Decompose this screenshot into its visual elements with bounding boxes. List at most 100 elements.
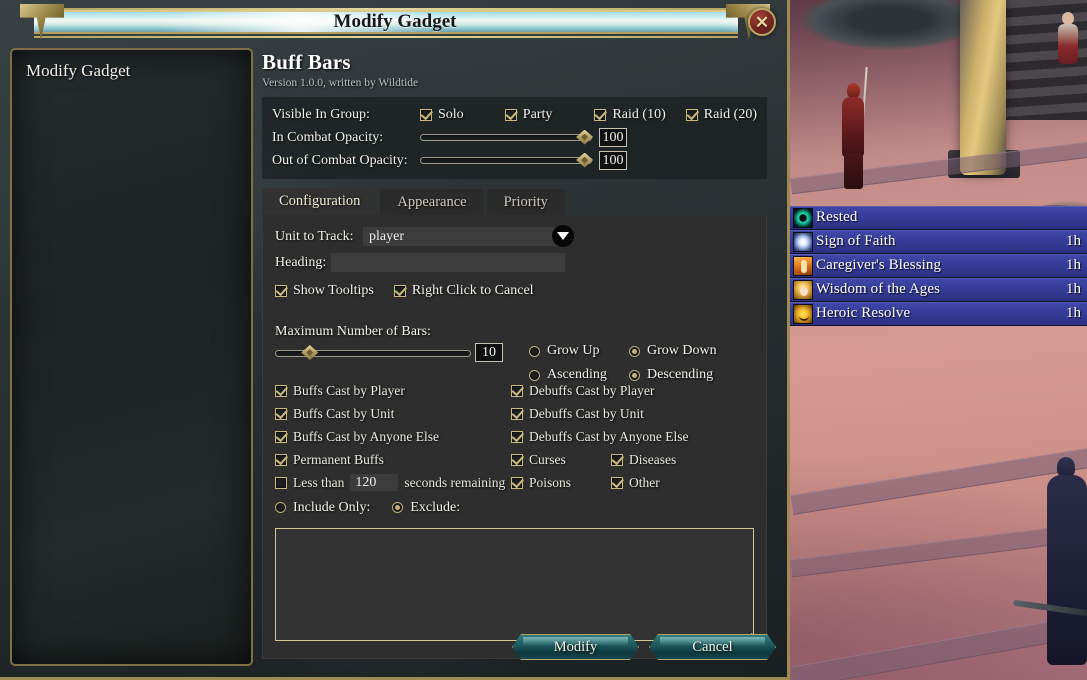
out-combat-opacity-slider[interactable] xyxy=(420,152,594,168)
tooltip-options-row: Show Tooltips Right Click to Cancel xyxy=(275,279,754,302)
checkbox-solo-box[interactable] xyxy=(420,108,432,121)
checkbox-party[interactable]: Party xyxy=(504,107,575,123)
checkbox-diseases-box[interactable] xyxy=(611,453,623,466)
radio-include-only-dot[interactable] xyxy=(275,502,286,513)
include-exclude-row: Include Only: Exclude: xyxy=(275,496,754,519)
max-bars-value[interactable]: 10 xyxy=(475,343,503,362)
gadget-settings-content: Buff Bars Version 1.0.0, written by Wild… xyxy=(262,50,778,659)
checkbox-debuffs-cast-by-player-box[interactable] xyxy=(511,384,523,397)
radio-grow-up-dot[interactable] xyxy=(529,345,540,357)
buff-bar-row[interactable]: Caregiver's Blessing 1h xyxy=(790,254,1087,278)
checkbox-curses[interactable]: Curses xyxy=(511,448,611,471)
checkbox-raid-20[interactable]: Raid (20) xyxy=(685,107,757,123)
slider-handle[interactable] xyxy=(301,345,319,360)
checkbox-right-click-cancel[interactable]: Right Click to Cancel xyxy=(393,283,534,299)
out-combat-opacity-label: Out of Combat Opacity: xyxy=(272,152,408,168)
slider-handle[interactable] xyxy=(576,129,594,145)
addon-version-line: Version 1.0.0, written by Wildtide xyxy=(262,77,419,89)
checkbox-permanent-buffs-box[interactable] xyxy=(275,453,287,466)
less-than-seconds-input[interactable] xyxy=(350,474,399,491)
buff-bar-row[interactable]: Heroic Resolve 1h xyxy=(790,302,1087,326)
gadget-list-panel[interactable]: Modify Gadget xyxy=(10,48,253,666)
less-than-row[interactable]: Less than seconds remaining xyxy=(275,471,511,494)
modify-gadget-window: Modify Gadget ✕ Modify Gadget Buff Bars … xyxy=(0,0,790,680)
checkbox-buffs-cast-by-player-box[interactable] xyxy=(275,384,287,397)
window-footer-buttons: Modify Cancel xyxy=(512,634,786,660)
radio-descending-dot[interactable] xyxy=(629,369,640,381)
buff-bar-row[interactable]: Sign of Faith 1h xyxy=(790,230,1087,254)
in-combat-opacity-value[interactable]: 100 xyxy=(599,128,627,147)
checkbox-permanent-buffs[interactable]: Permanent Buffs xyxy=(275,448,511,471)
checkbox-curses-box[interactable] xyxy=(511,453,523,466)
checkbox-right-click-cancel-box[interactable] xyxy=(393,284,406,297)
modify-button-label: Modify xyxy=(553,638,598,655)
unit-to-track-row: Unit to Track: player xyxy=(275,225,754,248)
checkbox-less-than-box[interactable] xyxy=(275,476,287,489)
checkbox-debuffs-cast-by-player[interactable]: Debuffs Cast by Player xyxy=(511,379,688,402)
checkbox-buffs-cast-by-player[interactable]: Buffs Cast by Player xyxy=(275,379,511,402)
checkbox-poisons-box[interactable] xyxy=(511,476,523,489)
checkbox-debuffs-cast-by-unit-label: Debuffs Cast by Unit xyxy=(529,405,644,421)
checkbox-buffs-cast-by-unit[interactable]: Buffs Cast by Unit xyxy=(275,402,511,425)
checkbox-other-box[interactable] xyxy=(611,476,623,489)
checkbox-diseases[interactable]: Diseases xyxy=(611,448,676,471)
cancel-button-label: Cancel xyxy=(692,638,733,655)
buff-bar-row[interactable]: Wisdom of the Ages 1h xyxy=(790,278,1087,302)
tab-priority[interactable]: Priority xyxy=(486,189,565,215)
checkbox-raid-20-box[interactable] xyxy=(685,108,698,121)
checkbox-party-box[interactable] xyxy=(504,108,517,121)
screen-root: Rested Sign of Faith 1h Caregiver's Bles… xyxy=(0,0,1087,680)
visibility-opacity-group: Visible In Group: Solo Party Raid (10) R… xyxy=(262,97,767,179)
checkbox-debuffs-cast-by-anyone-else[interactable]: Debuffs Cast by Anyone Else xyxy=(511,425,688,448)
radio-grow-down[interactable]: Grow Down xyxy=(629,343,717,359)
settings-tabs: Configuration Appearance Priority xyxy=(262,188,778,215)
tab-appearance[interactable]: Appearance xyxy=(380,189,484,215)
checkbox-buffs-cast-by-player-label: Buffs Cast by Player xyxy=(293,382,405,398)
out-combat-opacity-value[interactable]: 100 xyxy=(599,151,627,170)
radio-grow-up[interactable]: Grow Up xyxy=(529,343,629,359)
filters-grid: Buffs Cast by Player Buffs Cast by Unit … xyxy=(275,379,754,494)
golden-pillar-scenery xyxy=(960,0,1006,175)
visibility-row: Visible In Group: Solo Party Raid (10) R… xyxy=(272,103,757,126)
checkbox-solo[interactable]: Solo xyxy=(420,107,485,123)
in-combat-opacity-slider[interactable] xyxy=(420,129,594,145)
radio-exclude[interactable]: Exclude: xyxy=(392,500,460,516)
checkbox-raid-10-box[interactable] xyxy=(594,108,607,121)
radio-include-only[interactable]: Include Only: xyxy=(275,500,370,516)
checkbox-show-tooltips-box[interactable] xyxy=(275,284,287,297)
window-titlebar[interactable]: Modify Gadget ✕ xyxy=(8,4,782,40)
checkbox-debuffs-cast-by-anyone-else-box[interactable] xyxy=(511,430,523,443)
checkbox-buffs-cast-by-unit-box[interactable] xyxy=(275,407,287,420)
filter-text-area[interactable] xyxy=(275,528,754,641)
checkbox-raid-10[interactable]: Raid (10) xyxy=(594,106,666,123)
heading-input[interactable] xyxy=(331,253,565,272)
modify-button[interactable]: Modify xyxy=(512,634,639,660)
radio-exclude-dot[interactable] xyxy=(392,502,404,513)
slider-handle[interactable] xyxy=(576,152,594,168)
checkbox-show-tooltips[interactable]: Show Tooltips xyxy=(275,283,374,299)
player-character-avatar xyxy=(836,67,870,190)
radio-grow-down-dot[interactable] xyxy=(629,345,640,357)
cancel-button[interactable]: Cancel xyxy=(649,634,776,660)
checkbox-buffs-cast-by-anyone-else[interactable]: Buffs Cast by Anyone Else xyxy=(275,425,511,448)
chevron-down-icon[interactable] xyxy=(552,225,574,247)
max-bars-slider[interactable] xyxy=(275,345,471,360)
radio-include-only-label: Include Only: xyxy=(293,499,371,515)
checkbox-curses-label: Curses xyxy=(529,451,566,467)
checkbox-debuffs-cast-by-unit-box[interactable] xyxy=(511,407,523,420)
buff-bar-row[interactable]: Rested xyxy=(790,206,1087,230)
configuration-panel: Unit to Track: player Heading: Show Tool… xyxy=(262,215,767,659)
floor-band xyxy=(790,141,1087,195)
checkbox-other[interactable]: Other xyxy=(611,471,660,494)
close-icon[interactable]: ✕ xyxy=(748,8,776,36)
radio-ascending-dot[interactable] xyxy=(529,369,540,381)
unit-to-track-dropdown[interactable]: player xyxy=(363,225,574,247)
gadget-list-item[interactable]: Modify Gadget xyxy=(26,61,130,81)
checkbox-poisons[interactable]: Poisons xyxy=(511,471,611,494)
checkbox-raid-10-label: Raid (10) xyxy=(612,106,666,122)
checkbox-buffs-cast-by-anyone-else-box[interactable] xyxy=(275,430,287,443)
titlebar-edge-bottom xyxy=(34,36,738,38)
unit-to-track-label: Unit to Track: xyxy=(275,228,354,244)
tab-configuration[interactable]: Configuration xyxy=(262,188,378,215)
checkbox-debuffs-cast-by-unit[interactable]: Debuffs Cast by Unit xyxy=(511,402,688,425)
